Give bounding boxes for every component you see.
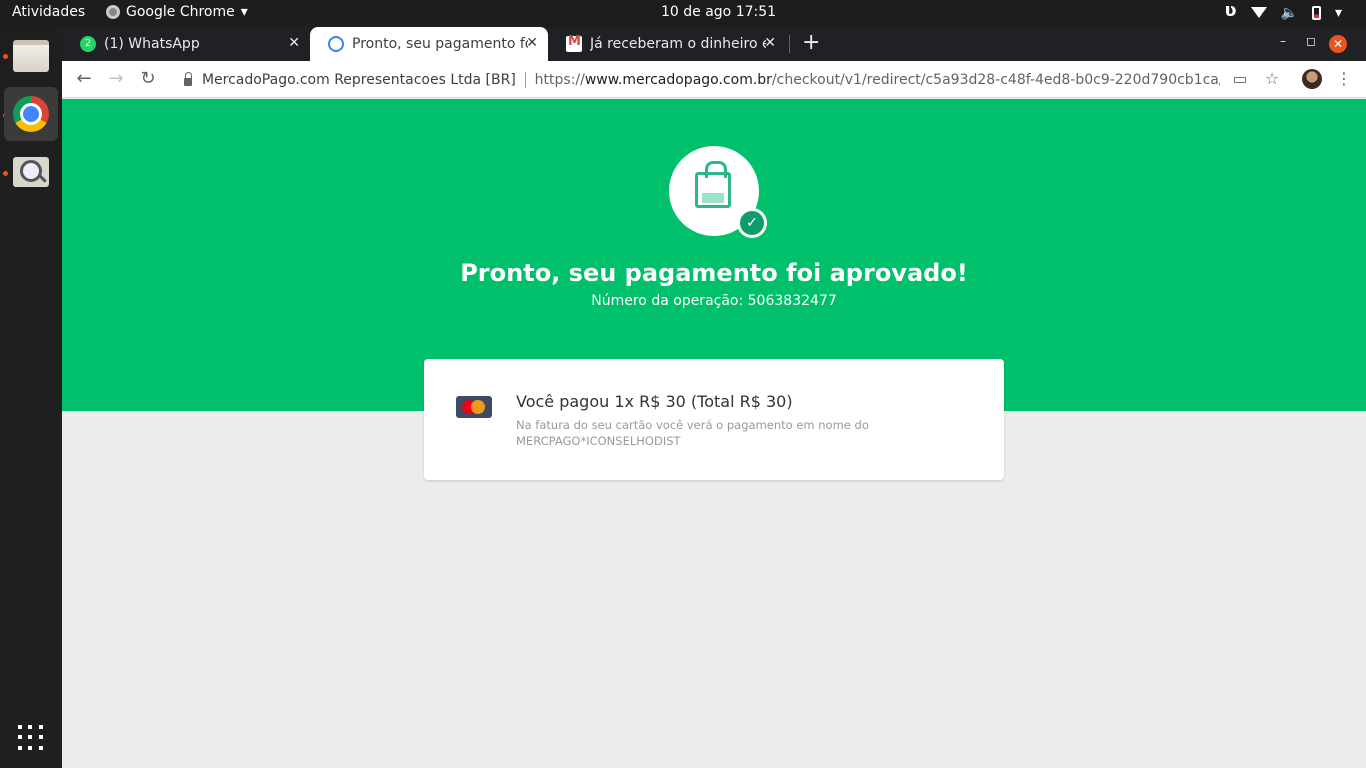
- close-tab-icon[interactable]: ✕: [288, 35, 300, 51]
- magnifier-icon: [13, 157, 49, 187]
- ev-certificate-name[interactable]: MercadoPago.com Representacoes Ltda [BR]: [202, 72, 516, 88]
- activities-button[interactable]: Atividades: [12, 4, 85, 20]
- chevron-down-icon: ▾: [240, 4, 248, 20]
- system-top-bar: Atividades Google Chrome ▾ 10 de ago 17:…: [0, 0, 1366, 27]
- gmail-icon: [566, 34, 582, 52]
- url-scheme: https://: [534, 71, 585, 88]
- tab-mercadopago[interactable]: Pronto, seu pagamento foi aprovado ✕: [310, 27, 548, 61]
- tab-gmail[interactable]: Já receberam o dinheiro e ✕: [548, 27, 786, 61]
- files-launcher[interactable]: [4, 30, 58, 84]
- app-menu-label: Google Chrome: [126, 4, 235, 20]
- chevron-down-icon[interactable]: ▾: [1335, 5, 1342, 21]
- back-button[interactable]: ←: [72, 67, 96, 91]
- folder-icon: [13, 40, 49, 72]
- screenshot-tool-launcher[interactable]: [4, 145, 58, 199]
- url-host: www.mercadopago.com.br: [584, 71, 772, 88]
- menu-icon[interactable]: ⋮: [1334, 69, 1354, 89]
- tab-strip: 2 (1) WhatsApp ✕ Pronto, seu pagamento f…: [62, 27, 1366, 61]
- close-tab-icon[interactable]: ✕: [764, 35, 776, 51]
- operation-number: Número da operação: 5063832477: [591, 293, 837, 309]
- tab-separator: [789, 35, 790, 53]
- statement-note: Na fatura do seu cartão você verá o paga…: [516, 418, 869, 448]
- check-icon: ✓: [737, 208, 767, 238]
- maximize-button[interactable]: ◻: [1306, 34, 1316, 48]
- payment-summary-card: Você pagou 1x R$ 30 (Total R$ 30) Na fat…: [424, 359, 1004, 480]
- page-content: ✓ Pronto, seu pagamento foi aprovado! Nú…: [62, 99, 1366, 768]
- battery-icon[interactable]: [1311, 5, 1321, 20]
- chrome-launcher[interactable]: [4, 87, 58, 141]
- mercadopago-icon: [328, 36, 344, 52]
- reload-button[interactable]: ↻: [136, 67, 160, 91]
- bookmark-star-icon[interactable]: ☆: [1262, 69, 1282, 89]
- tab-title: (1) WhatsApp: [104, 36, 200, 52]
- chrome-small-icon: [106, 5, 120, 19]
- show-applications-icon[interactable]: [18, 725, 44, 751]
- browser-window: 2 (1) WhatsApp ✕ Pronto, seu pagamento f…: [62, 27, 1366, 768]
- app-menu[interactable]: Google Chrome ▾: [106, 4, 248, 20]
- url-path: /checkout/v1/redirect/c5a93d28-c48f-4ed8…: [771, 71, 1220, 88]
- payment-amount: Você pagou 1x R$ 30 (Total R$ 30): [516, 392, 793, 411]
- mastercard-icon: [456, 396, 492, 418]
- forward-button[interactable]: →: [104, 67, 128, 91]
- minimize-button[interactable]: –: [1280, 34, 1286, 48]
- chrome-icon: [13, 96, 49, 132]
- clock[interactable]: 10 de ago 17:51: [661, 4, 776, 20]
- volume-icon[interactable]: 🔈: [1281, 5, 1298, 21]
- browser-toolbar: ← → ↻ MercadoPago.com Representacoes Ltd…: [62, 61, 1366, 98]
- new-tab-button[interactable]: +: [802, 30, 820, 55]
- profile-avatar[interactable]: [1302, 69, 1322, 89]
- lock-icon[interactable]: [184, 71, 192, 86]
- url-text[interactable]: https://www.mercadopago.com.br/checkout/…: [535, 72, 1220, 88]
- close-tab-icon[interactable]: ✕: [526, 35, 538, 51]
- wifi-icon[interactable]: [1250, 7, 1267, 18]
- tab-whatsapp[interactable]: 2 (1) WhatsApp ✕: [62, 27, 310, 61]
- system-tray[interactable]: ʋ 🔈 ▾: [1224, 0, 1342, 21]
- tab-title: Já receberam o dinheiro e: [590, 36, 766, 52]
- reader-mode-icon[interactable]: ▭: [1230, 69, 1250, 89]
- omnibox-separator: [524, 71, 526, 88]
- shopping-bag-icon: [695, 161, 731, 208]
- whatsapp-icon: 2: [80, 36, 96, 52]
- close-window-button[interactable]: ✕: [1329, 35, 1347, 53]
- address-bar[interactable]: MercadoPago.com Representacoes Ltda [BR]…: [170, 65, 1220, 94]
- page-title: Pronto, seu pagamento foi aprovado!: [460, 259, 968, 287]
- ubuntu-one-icon[interactable]: ʋ: [1224, 0, 1236, 21]
- dock: [0, 27, 62, 768]
- tab-title: Pronto, seu pagamento foi aprovado: [352, 36, 528, 52]
